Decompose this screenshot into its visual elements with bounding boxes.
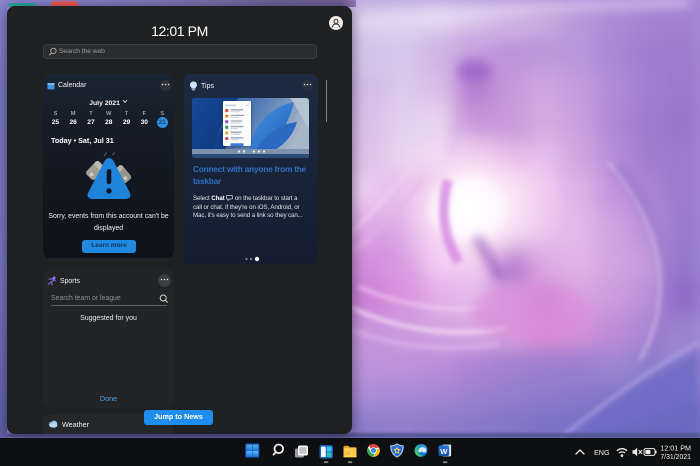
svg-text:7/31/2021: 7/31/2021 bbox=[660, 454, 691, 461]
svg-text:ENG: ENG bbox=[594, 448, 610, 457]
svg-text:12:01 PM: 12:01 PM bbox=[660, 444, 691, 453]
svg-text:W: W bbox=[440, 447, 448, 456]
